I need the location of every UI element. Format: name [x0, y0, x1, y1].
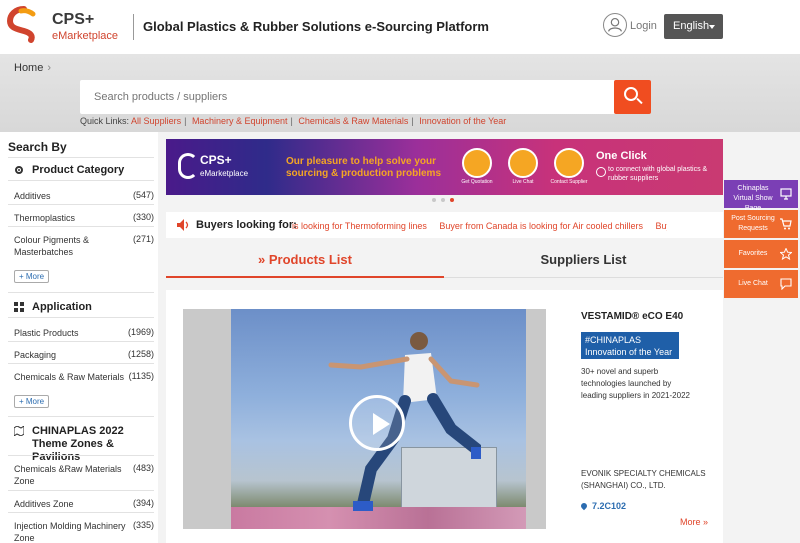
quotation-icon — [462, 148, 492, 178]
user-icon[interactable] — [603, 13, 627, 37]
favorites-button[interactable]: Favorites — [724, 240, 798, 268]
cart-icon — [780, 218, 792, 230]
banner-button-label: Live Chat — [512, 179, 534, 185]
live-chat-button[interactable]: Live Chat — [724, 270, 798, 298]
divider — [8, 341, 154, 342]
product-video[interactable] — [183, 309, 546, 529]
breadcrumb-home[interactable]: Home — [14, 62, 43, 74]
list-tabs: » Products List Suppliers List — [166, 252, 723, 278]
innovation-badge: #CHINAPLAS Innovation of the Year — [581, 332, 679, 359]
post-sourcing-button[interactable]: Post Sourcing Requests — [724, 210, 798, 238]
divider — [8, 292, 154, 293]
banner-one-click-sub: to connect with global plastics & rubber… — [608, 166, 708, 182]
quick-links-label: Quick Links: — [80, 116, 130, 126]
cps-logo-icon — [178, 153, 198, 179]
banner-message: Our pleasure to help solve your sourcing… — [286, 156, 442, 179]
banner-one-click: One Click — [596, 150, 647, 162]
mail-icon — [554, 148, 584, 178]
search-box — [80, 80, 651, 114]
speaker-icon — [177, 219, 189, 231]
divider — [8, 490, 154, 491]
buyers-messages: is looking for Thermoforming lines Buyer… — [292, 221, 667, 233]
monitor-icon — [780, 188, 792, 200]
breadcrumb: Home › — [14, 62, 51, 74]
header-divider — [133, 14, 134, 40]
tab-suppliers-list[interactable]: Suppliers List — [444, 252, 723, 278]
banner-button-label: Contact Supplier — [550, 179, 588, 185]
product-category-more-button[interactable]: + More — [14, 270, 50, 283]
search-button[interactable] — [614, 80, 651, 114]
chat-icon — [508, 148, 538, 178]
divider — [8, 363, 154, 364]
divider — [8, 204, 154, 205]
application-more-button[interactable]: + More — [14, 395, 50, 408]
buyers-label: Buyers looking for: — [196, 219, 297, 231]
buyer-message[interactable]: Buyer from Canada is looking for Air coo… — [439, 221, 643, 231]
tab-products-list[interactable]: » Products List — [166, 252, 444, 278]
divider — [8, 512, 154, 513]
language-select[interactable]: English — [664, 14, 723, 39]
buyer-message[interactable]: Buy — [656, 221, 667, 231]
divider — [8, 180, 154, 181]
logo-subtext: eMarketplace — [52, 30, 119, 42]
logo-text[interactable]: CPS+ — [52, 11, 94, 29]
product-description: 30+ novel and superb technologies launch… — [581, 367, 690, 400]
divider — [8, 226, 154, 227]
banner-logo-sub: eMarketplace — [200, 169, 249, 178]
promo-banner[interactable]: CPS+ eMarketplace Our pleasure to help s… — [166, 139, 723, 195]
quick-link-all-suppliers[interactable]: All Suppliers — [131, 116, 181, 126]
carousel-dot[interactable] — [441, 198, 445, 202]
banner-logo-text: CPS+ — [200, 153, 232, 167]
cps-logo-icon[interactable] — [7, 6, 41, 48]
search-input[interactable] — [94, 80, 614, 114]
booth-number: 7.2C102 — [579, 501, 626, 511]
virtual-show-button[interactable]: Chinaplas Virtual Show Page — [724, 180, 798, 212]
quick-link-chemicals[interactable]: Chemicals & Raw Materials — [298, 116, 408, 126]
star-icon — [780, 248, 792, 260]
carousel-dot-active[interactable] — [450, 198, 454, 202]
quick-link-machinery[interactable]: Machinery & Equipment — [192, 116, 288, 126]
product-title[interactable]: VESTAMID® eCO E40 — [581, 311, 683, 322]
globe-icon — [596, 167, 606, 177]
chat-icon — [780, 278, 792, 290]
quick-links: Quick Links: All Suppliers | Machinery & … — [80, 116, 507, 126]
company-name[interactable]: EVONIK SPECIALTY CHEMICALS (SHANGHAI) CO… — [581, 468, 716, 492]
caret-down-icon — [709, 25, 715, 29]
site-title: Global Plastics & Rubber Solutions e-Sou… — [143, 19, 489, 34]
more-link[interactable]: More » — [680, 517, 708, 527]
grid-icon — [14, 302, 24, 312]
carousel-dot[interactable] — [432, 198, 436, 202]
divider — [8, 416, 154, 417]
banner-button-label: Get Quotation — [461, 179, 493, 185]
sidebar-title: Search By — [8, 140, 67, 154]
divider — [8, 455, 154, 456]
gear-icon — [15, 166, 23, 174]
tab-products-label: Products List — [268, 252, 352, 267]
divider — [8, 157, 154, 158]
play-icon[interactable] — [349, 395, 405, 451]
chevron-right-icon: › — [47, 62, 52, 74]
quick-link-innovation[interactable]: Innovation of the Year — [419, 116, 506, 126]
login-link[interactable]: Login — [630, 20, 657, 32]
language-label: English — [673, 20, 710, 32]
map-icon — [14, 426, 24, 436]
buyers-ticker: Buyers looking for: is looking for Therm… — [166, 212, 723, 238]
divider — [8, 317, 154, 318]
buyer-message[interactable]: is looking for Thermoforming lines — [292, 221, 427, 231]
location-pin-icon — [579, 501, 589, 511]
